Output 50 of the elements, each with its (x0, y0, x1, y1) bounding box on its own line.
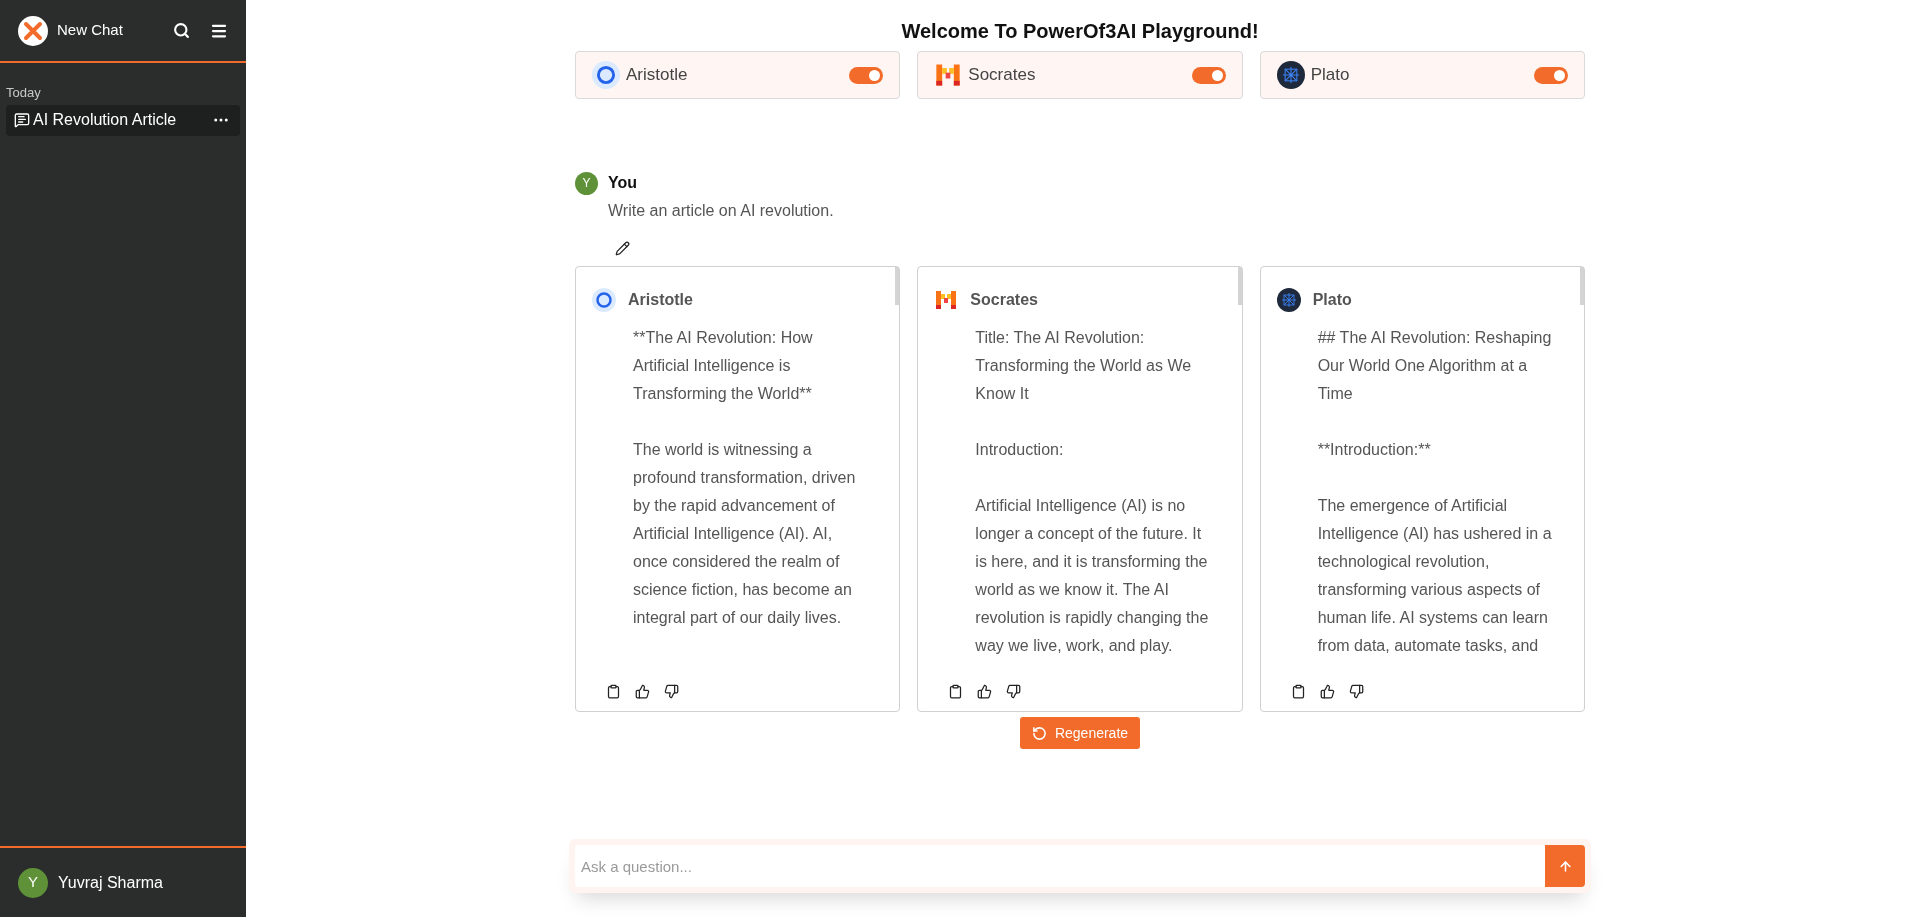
copy-icon[interactable] (1290, 684, 1306, 699)
pixel-m-icon (934, 288, 959, 312)
chat-title: AI Revolution Article (33, 110, 177, 130)
logo-icon (18, 15, 48, 46)
chat-bubble-icon (14, 112, 30, 128)
ring-icon (592, 288, 616, 312)
thumbs-down-icon[interactable] (664, 684, 679, 699)
user-avatar: Y (575, 171, 598, 195)
scrollbar[interactable] (1580, 267, 1584, 305)
chat-item[interactable]: AI Revolution Article (6, 104, 240, 136)
ring-icon (592, 61, 620, 89)
response-paragraph: ## The AI Revolution: Reshaping Our World One Algorithm at a Time (1317, 328, 1552, 404)
response-paragraph: The emergence of Artificial Intelligence (AI) has ushered in a technological revolution, transforming various aspects of human life. AI systems can learn from data, automate tasks, and (1317, 496, 1552, 656)
response-model-name: Socrates (970, 290, 1038, 310)
toggle-switch[interactable] (1534, 66, 1568, 84)
model-name: Socrates (968, 64, 1036, 87)
section-label: Today (6, 84, 42, 102)
edit-icon[interactable] (615, 241, 630, 256)
response-model-name: Aristotle (628, 290, 693, 310)
message-author: You (608, 173, 638, 193)
user-avatar: Y (18, 867, 48, 898)
scrollbar[interactable] (895, 267, 900, 305)
toggle-switch[interactable] (1191, 66, 1226, 84)
response-model-name: Plato (1312, 290, 1352, 310)
response-paragraph: **The AI Revolution: How Artificial Intelligence is Transforming the World** (633, 328, 814, 404)
network-icon (1276, 61, 1305, 89)
toggle-switch[interactable] (849, 66, 884, 84)
thumbs-up-icon[interactable] (635, 684, 650, 699)
user-name: Yuvraj Sharma (58, 872, 163, 893)
response-paragraph: Introduction: (975, 440, 1065, 460)
thumbs-up-icon[interactable] (1319, 684, 1335, 699)
message-text: Write an article on AI revolution. (608, 201, 835, 221)
response-paragraph: The world is witnessing a profound transformation, driven by the rapid advancement of Artificial Intelligence (AI). AI, once considered the realm of science fiction, has become an integral part of our daily lives. (633, 440, 857, 628)
model-name: Plato (1310, 64, 1350, 87)
page-title: Welcome To PowerOf3AI Playground! (900, 19, 1260, 44)
refresh-icon (1031, 725, 1047, 741)
thumbs-up-icon[interactable] (977, 684, 993, 699)
new-chat-button[interactable]: New Chat (57, 19, 123, 42)
response-paragraph: **Introduction:** (1317, 440, 1432, 460)
thumbs-down-icon[interactable] (1348, 684, 1364, 699)
thumbs-down-icon[interactable] (1006, 684, 1022, 699)
response-paragraph: Title: The AI Revolution: Transforming the World as We Know It (975, 328, 1193, 404)
model-name: Aristotle (626, 64, 688, 87)
copy-icon[interactable] (606, 684, 621, 699)
scrollbar[interactable] (1237, 267, 1242, 305)
search-icon[interactable] (173, 22, 190, 39)
copy-icon[interactable] (948, 684, 964, 699)
question-field[interactable]: Ask a question... (575, 845, 1545, 887)
network-icon (1276, 288, 1301, 312)
response-paragraph: Artificial Intelligence (AI) is no longer a concept of the future. It is here, and it is transforming the world as we know it. The AI revolution is rapidly changing the way we live, work, and play. (975, 496, 1210, 656)
